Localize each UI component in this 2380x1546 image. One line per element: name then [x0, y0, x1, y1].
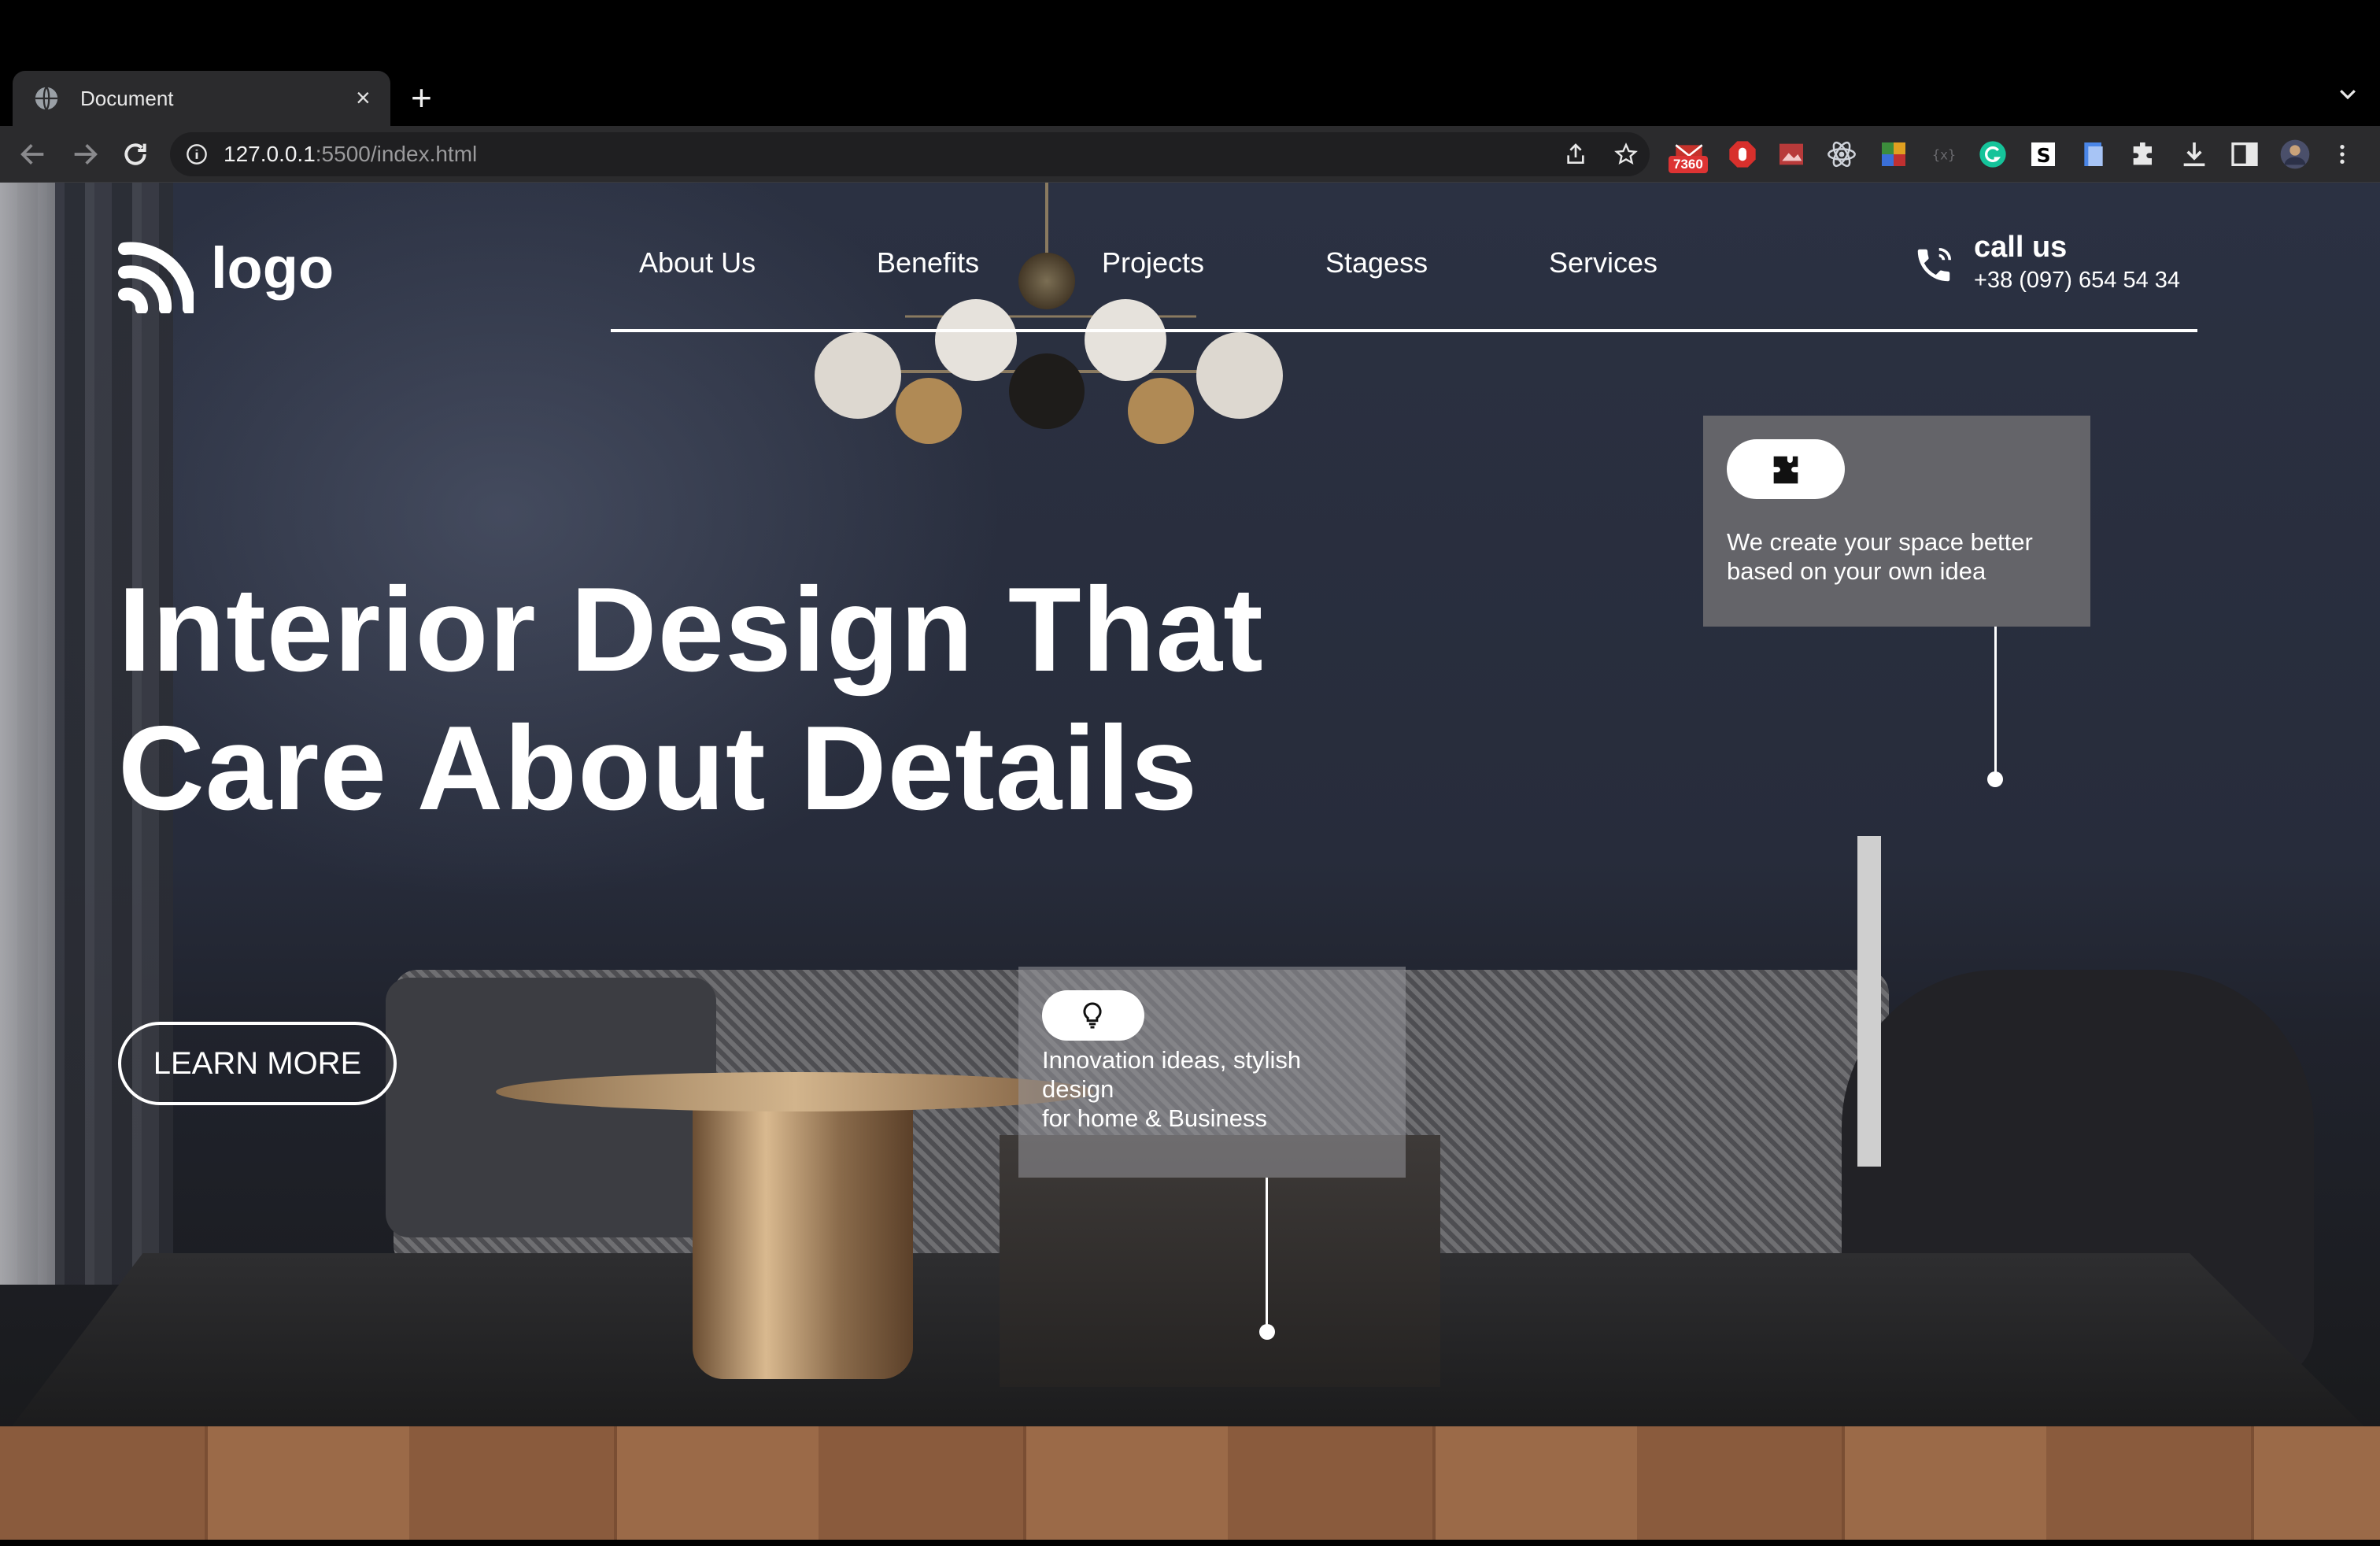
- feature-card-idea: We create your space better based on you…: [1703, 416, 2090, 627]
- background-floor: [0, 1426, 2380, 1540]
- nav-projects[interactable]: Projects: [1102, 246, 1204, 280]
- card-line: design: [1042, 1075, 1114, 1103]
- forward-icon[interactable]: [69, 139, 101, 170]
- call-us-label: call us: [1974, 231, 2068, 264]
- grammarly-icon[interactable]: [1977, 139, 2009, 170]
- react-devtools-icon[interactable]: [1826, 139, 1857, 170]
- phone-number: +38 (097) 654 54 34: [1974, 268, 2181, 293]
- extensions-puzzle-icon[interactable]: [2128, 139, 2160, 170]
- address-bar[interactable]: 127.0.0.1:5500/index.html: [170, 132, 1650, 176]
- card-line: We create your space better: [1727, 528, 2033, 556]
- card-text: We create your space better based on you…: [1727, 527, 2073, 586]
- background-lamp: [1857, 836, 1881, 1167]
- puzzle-icon: [1773, 456, 1798, 484]
- json-extension-icon[interactable]: {x}: [1928, 139, 1960, 170]
- menu-dots-icon[interactable]: [2330, 139, 2355, 170]
- url-host: 127.0.0.1: [224, 142, 316, 166]
- browser-tab[interactable]: Document ×: [13, 71, 390, 126]
- site-logo[interactable]: logo: [118, 230, 354, 316]
- side-panel-icon[interactable]: [2229, 139, 2260, 170]
- nav-divider: [611, 329, 2197, 332]
- adblock-extension-icon[interactable]: [1727, 139, 1758, 170]
- logo-wave-icon: [118, 242, 194, 313]
- phone-icon: [1917, 247, 1952, 282]
- browser-tab-strip: Document × +: [0, 0, 2380, 126]
- background-sheer-curtain: [0, 183, 55, 1285]
- logo-text: logo: [211, 235, 334, 301]
- headline-line-1: Interior Design That: [118, 563, 1264, 697]
- url-path: :5500/index.html: [315, 142, 478, 166]
- tab-title: Document: [80, 87, 174, 110]
- info-icon[interactable]: [186, 143, 208, 165]
- back-icon[interactable]: [17, 139, 49, 170]
- background-table-base: [693, 1088, 913, 1379]
- mail-count-badge: 7360: [1669, 156, 1708, 173]
- nav-benefits[interactable]: Benefits: [877, 246, 979, 280]
- card-line: for home & Business: [1042, 1104, 1268, 1132]
- colorful-extension-icon[interactable]: [1878, 139, 1909, 170]
- card-connector-line: [1994, 627, 1997, 776]
- chandelier-image: [815, 183, 1283, 444]
- card-icon-pill: [1042, 990, 1144, 1041]
- globe-icon: [35, 87, 58, 110]
- nav-stagess[interactable]: Stagess: [1325, 246, 1428, 280]
- hero-section: logo About Us Benefits Projects Stagess …: [0, 183, 2380, 1540]
- svg-text:{x}: {x}: [1932, 148, 1956, 163]
- call-us-block[interactable]: call us +38 (097) 654 54 34: [1913, 230, 2196, 301]
- card-connector-dot: [1259, 1324, 1275, 1340]
- headline-line-2: Care About Details: [118, 701, 1199, 835]
- share-icon[interactable]: [1563, 142, 1588, 167]
- background-table-top: [496, 1072, 1094, 1111]
- card-text: Innovation ideas, stylish design for hom…: [1042, 1045, 1388, 1133]
- card-connector-line: [1266, 1178, 1268, 1327]
- hero-headline: Interior Design That Care About Details: [118, 560, 1377, 838]
- card-line: based on your own idea: [1727, 557, 1986, 585]
- url-text[interactable]: 127.0.0.1:5500/index.html: [224, 142, 477, 167]
- s-extension-icon[interactable]: S: [2027, 139, 2059, 170]
- browser-toolbar: 127.0.0.1:5500/index.html 7360 {x} S: [0, 126, 2380, 183]
- nav-services[interactable]: Services: [1549, 246, 1658, 280]
- tab-close-button[interactable]: ×: [356, 83, 371, 112]
- reload-icon[interactable]: [120, 139, 151, 170]
- new-tab-button[interactable]: +: [411, 76, 432, 120]
- learn-more-button[interactable]: LEARN MORE: [118, 1022, 397, 1105]
- card-icon-pill: [1727, 439, 1845, 499]
- nav-about-us[interactable]: About Us: [639, 246, 756, 280]
- chevron-down-icon[interactable]: [2336, 82, 2360, 105]
- bookmark-star-icon[interactable]: [1613, 142, 1639, 167]
- feature-card-innovation: Innovation ideas, stylish design for hom…: [1018, 967, 1406, 1178]
- card-connector-dot: [1987, 771, 2003, 787]
- svg-text:S: S: [2037, 144, 2051, 167]
- image-extension-icon[interactable]: [1776, 139, 1807, 170]
- card-line: Innovation ideas, stylish: [1042, 1046, 1302, 1074]
- download-icon[interactable]: [2179, 139, 2210, 170]
- profile-avatar[interactable]: [2279, 139, 2311, 170]
- docs-extension-icon[interactable]: [2078, 139, 2109, 170]
- lightbulb-icon: [1083, 1002, 1102, 1029]
